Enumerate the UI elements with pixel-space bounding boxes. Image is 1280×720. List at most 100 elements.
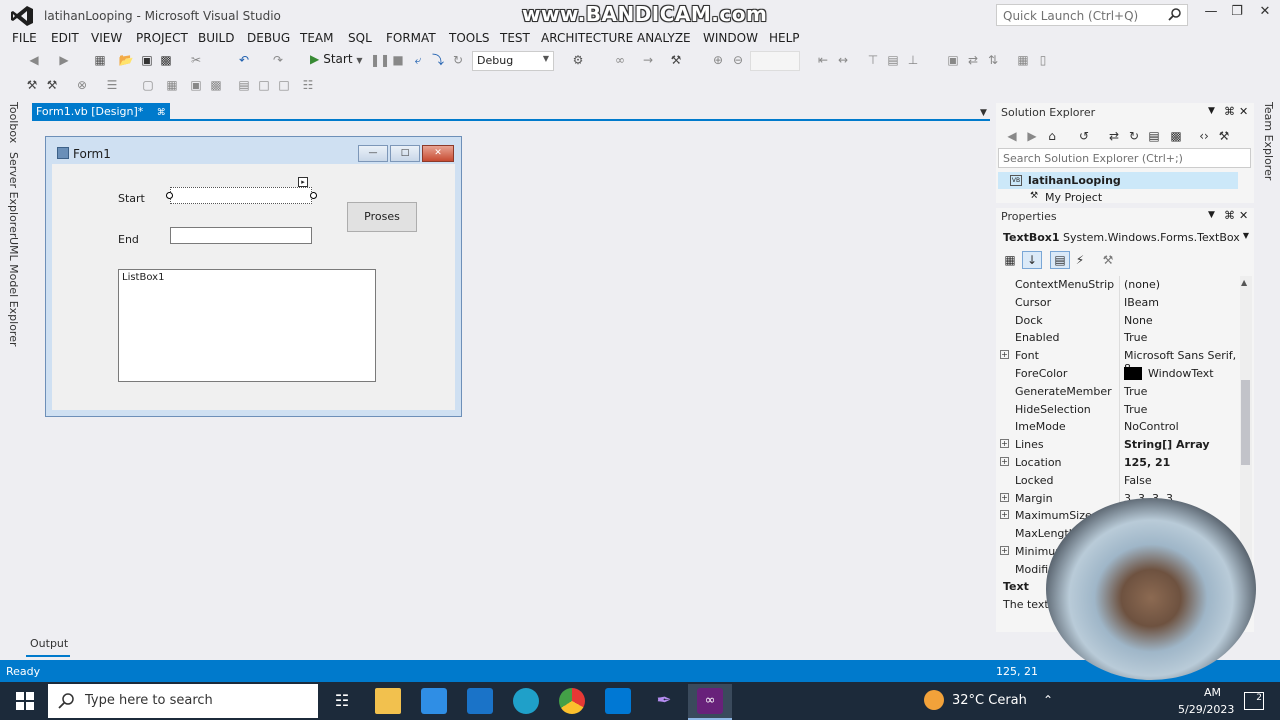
property-value[interactable]: NoControl bbox=[1124, 420, 1179, 433]
align-bottom-icon[interactable]: ⊥ bbox=[905, 52, 921, 68]
start-textbox[interactable] bbox=[170, 187, 312, 204]
new-project-icon[interactable]: ▦ bbox=[92, 52, 108, 68]
pause-icon[interactable]: ❚❚ bbox=[370, 52, 390, 68]
grid-align-icon[interactable]: ▦ bbox=[164, 77, 180, 93]
start-debug-button[interactable]: ▶ Start ▼ bbox=[310, 52, 363, 66]
attach-icon[interactable]: ⚙ bbox=[570, 52, 586, 68]
listbox1[interactable]: ListBox1 bbox=[118, 269, 376, 382]
expand-icon[interactable]: + bbox=[1000, 492, 1009, 502]
property-row[interactable]: ImeMode NoControl bbox=[996, 418, 1241, 436]
menu-format[interactable]: FORMAT bbox=[386, 31, 436, 45]
expand-icon[interactable]: + bbox=[1000, 510, 1009, 520]
property-row[interactable]: Cursor IBeam bbox=[996, 294, 1241, 312]
property-value[interactable]: (none) bbox=[1124, 278, 1160, 291]
menu-window[interactable]: WINDOW bbox=[703, 31, 758, 45]
property-value[interactable]: True bbox=[1124, 385, 1147, 398]
sol-back-icon[interactable]: ◀ bbox=[1004, 128, 1020, 144]
property-value[interactable]: False bbox=[1124, 474, 1152, 487]
close-icon[interactable]: ✕ bbox=[1250, 4, 1280, 26]
notification-icon[interactable]: 2 bbox=[1244, 692, 1264, 710]
server-explorer-tab[interactable]: Server Explorer bbox=[7, 152, 20, 237]
file-explorer-icon[interactable] bbox=[375, 688, 401, 714]
property-row[interactable]: GenerateMember True bbox=[996, 383, 1241, 401]
property-value[interactable]: IBeam bbox=[1124, 296, 1159, 309]
sol-forward-icon[interactable]: ▶ bbox=[1024, 128, 1040, 144]
collapse-all-icon[interactable]: ▤ bbox=[1146, 128, 1162, 144]
menu-build[interactable]: BUILD bbox=[198, 31, 234, 45]
property-value[interactable]: 125, 21 bbox=[1124, 456, 1170, 469]
end-textbox[interactable] bbox=[170, 227, 312, 244]
zoom-in-icon[interactable]: ⊕ bbox=[710, 52, 726, 68]
scroll-thumb[interactable] bbox=[1241, 380, 1250, 465]
property-value[interactable]: True bbox=[1124, 331, 1147, 344]
pin-icon[interactable]: ⌘ bbox=[157, 108, 166, 118]
feather-app-icon[interactable]: ✒ bbox=[651, 688, 677, 714]
edge-icon[interactable] bbox=[513, 688, 539, 714]
bring-front-icon[interactable]: ▩ bbox=[208, 77, 224, 93]
lock-controls-icon[interactable]: ▣ bbox=[188, 77, 204, 93]
center-vert-icon[interactable]: □ bbox=[276, 77, 292, 93]
align-center-icon[interactable]: ↔ bbox=[835, 52, 851, 68]
redo-icon[interactable]: ↷ bbox=[270, 52, 286, 68]
property-value[interactable]: WindowText bbox=[1148, 367, 1214, 380]
center-horiz-icon[interactable]: □ bbox=[256, 77, 272, 93]
tab-dropdown-icon[interactable]: ▼ bbox=[980, 108, 987, 118]
vscode-icon[interactable] bbox=[605, 688, 631, 714]
pending-changes-icon[interactable]: ↺ bbox=[1076, 128, 1092, 144]
menu-project[interactable]: PROJECT bbox=[136, 31, 188, 45]
comment-icon[interactable]: ☰ bbox=[104, 77, 120, 93]
align-middle-icon[interactable]: ▤ bbox=[885, 52, 901, 68]
sync-icon[interactable]: ⇄ bbox=[1106, 128, 1122, 144]
panel-close-icon[interactable]: ✕ bbox=[1239, 105, 1248, 118]
props-dropdown-icon[interactable]: ▼ bbox=[1208, 210, 1215, 220]
open-file-icon[interactable]: 📂 bbox=[118, 52, 134, 68]
undo-icon[interactable]: ↶ bbox=[236, 52, 252, 68]
props-close-icon[interactable]: ✕ bbox=[1239, 209, 1248, 222]
same-size-icon[interactable]: ▣ bbox=[945, 52, 961, 68]
menu-architecture[interactable]: ARCHITECTURE bbox=[541, 31, 633, 45]
property-row[interactable]: Enabled True bbox=[996, 329, 1241, 347]
menu-view[interactable]: VIEW bbox=[91, 31, 122, 45]
search-icon[interactable] bbox=[1168, 7, 1182, 21]
solution-search-input[interactable]: Search Solution Explorer (Ctrl+;) bbox=[998, 148, 1251, 168]
show-all-files-icon[interactable]: ▩ bbox=[1168, 128, 1184, 144]
start-label-control[interactable]: Start bbox=[118, 192, 145, 205]
events-icon[interactable]: ⚡ bbox=[1072, 252, 1088, 268]
smart-tag-icon[interactable]: ▸ bbox=[298, 177, 308, 187]
menu-tools[interactable]: TOOLS bbox=[449, 31, 490, 45]
tree-item-my-project[interactable]: My Project bbox=[1045, 191, 1102, 203]
menu-edit[interactable]: EDIT bbox=[51, 31, 79, 45]
restart-icon[interactable]: ↻ bbox=[450, 52, 466, 68]
proses-button[interactable]: Proses bbox=[347, 202, 417, 232]
panel-dropdown-icon[interactable]: ▼ bbox=[1208, 106, 1215, 116]
forward-icon[interactable]: ▶ bbox=[56, 52, 72, 68]
view-code-icon[interactable]: ‹› bbox=[1196, 128, 1212, 144]
build-icon[interactable]: ⚒ bbox=[24, 77, 40, 93]
property-value[interactable]: String[] Array bbox=[1124, 438, 1210, 451]
property-pages-icon[interactable]: ⚒ bbox=[1100, 252, 1116, 268]
object-selector[interactable]: TextBox1 System.Windows.Forms.TextBox ▼ bbox=[1003, 231, 1251, 244]
size-height-icon[interactable]: ⇅ bbox=[985, 52, 1001, 68]
cancel-build-icon[interactable]: ⊗ bbox=[74, 77, 90, 93]
property-row[interactable]: ContextMenuStrip (none) bbox=[996, 276, 1241, 294]
property-row[interactable]: Dock None bbox=[996, 312, 1241, 330]
link-icon[interactable]: ∞ bbox=[612, 52, 628, 68]
tray-chevron-icon[interactable]: ⌃ bbox=[1043, 693, 1053, 707]
align-top-icon[interactable]: ⊤ bbox=[865, 52, 881, 68]
zoom-select[interactable] bbox=[750, 51, 800, 71]
expand-icon[interactable]: + bbox=[1000, 546, 1009, 555]
property-row[interactable]: Locked False bbox=[996, 472, 1241, 490]
expand-icon[interactable]: + bbox=[1000, 350, 1009, 360]
tools-icon[interactable]: ⚒ bbox=[668, 52, 684, 68]
solution-configuration-select[interactable]: Debug ▼ bbox=[472, 51, 554, 71]
format-icon[interactable]: ☷ bbox=[300, 77, 316, 93]
arrow-right-icon[interactable]: → bbox=[640, 52, 656, 68]
stop-icon[interactable]: ■ bbox=[390, 52, 406, 68]
alphabetical-icon[interactable]: ↓ bbox=[1022, 251, 1042, 269]
property-row[interactable]: +FontMicrosoft Sans Serif, 8. bbox=[996, 347, 1241, 375]
menu-file[interactable]: FILE bbox=[12, 31, 37, 45]
menu-analyze[interactable]: ANALYZE bbox=[637, 31, 691, 45]
clock-date[interactable]: 5/29/2023 bbox=[1178, 703, 1234, 716]
props-pin-icon[interactable]: ⌘ bbox=[1224, 209, 1235, 222]
scroll-up-icon[interactable]: ▲ bbox=[1241, 278, 1247, 287]
